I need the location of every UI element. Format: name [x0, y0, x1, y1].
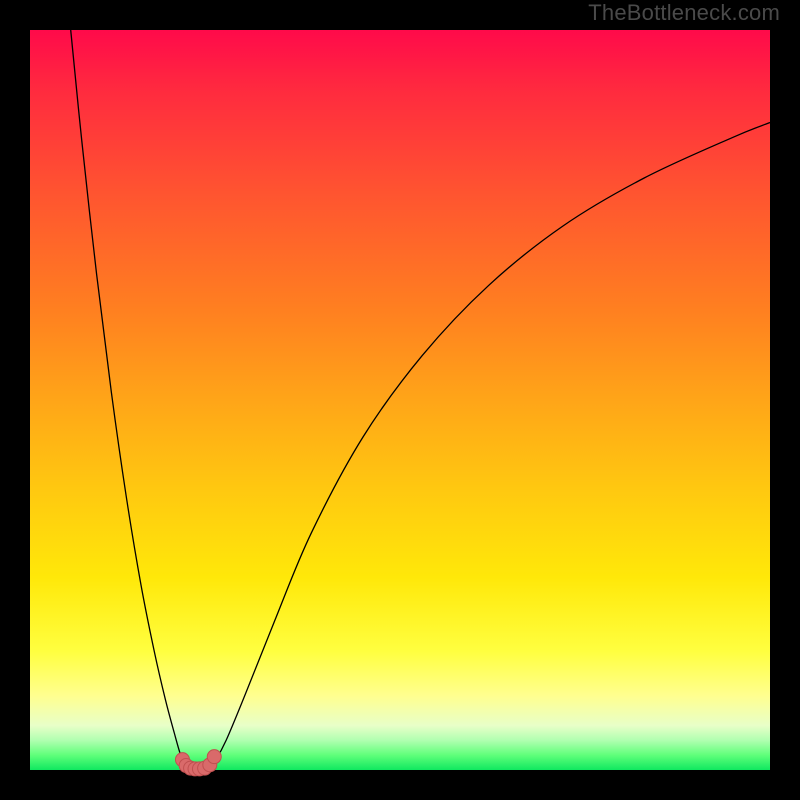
valley-marker	[207, 750, 221, 764]
curve-right-branch	[209, 123, 770, 769]
chart-frame	[30, 30, 770, 770]
curve-left-branch	[71, 30, 188, 769]
watermark-text: TheBottleneck.com	[588, 0, 780, 26]
valley-markers	[175, 750, 221, 776]
bottleneck-plot	[30, 30, 770, 770]
